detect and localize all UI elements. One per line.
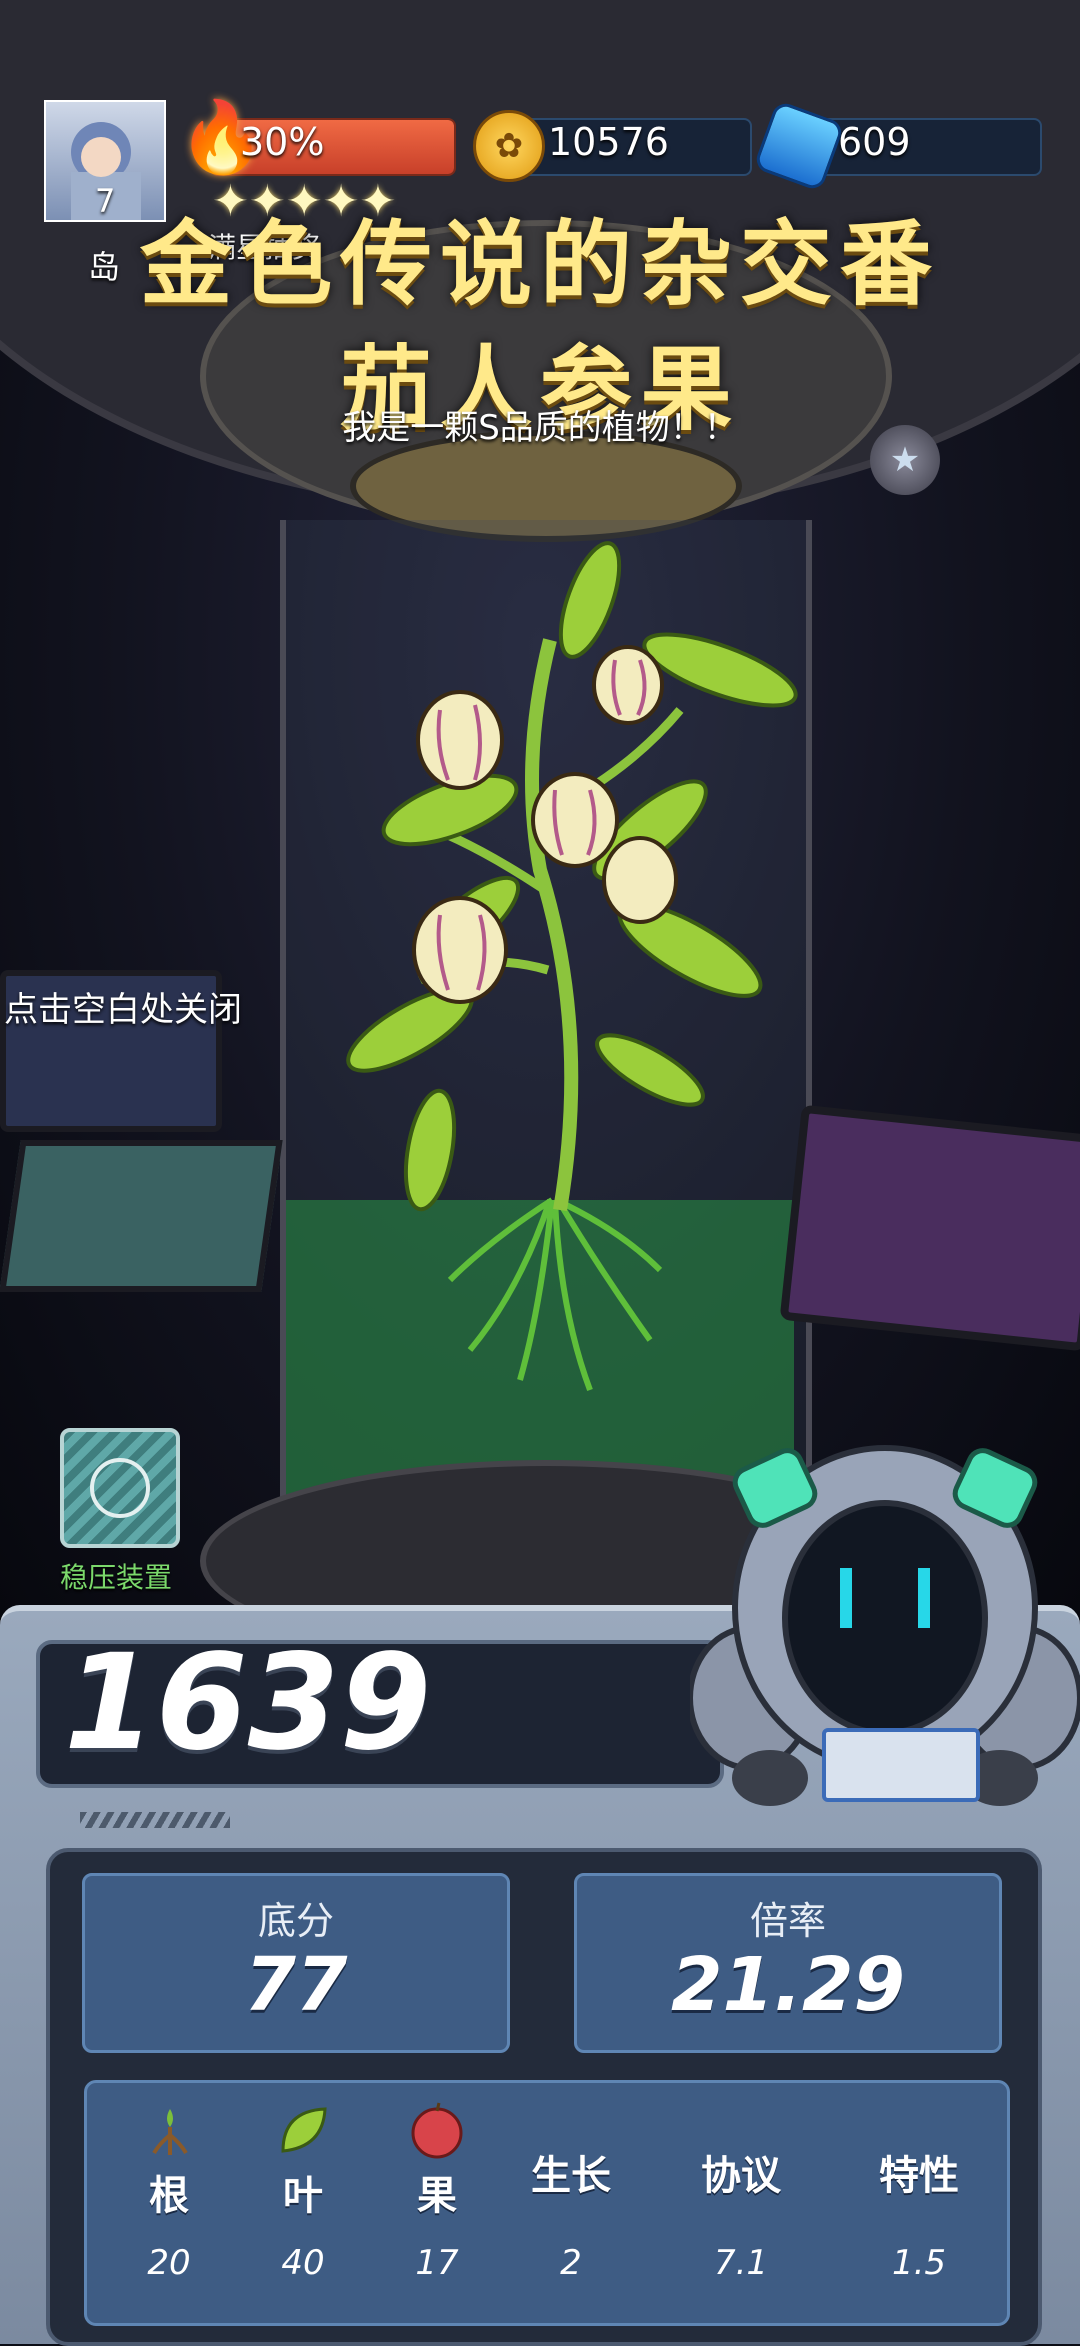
plant-title-line1: 金色传说的杂交番 (139, 211, 940, 318)
multiplier-value: 21.29 (670, 1942, 906, 2028)
close-hint[interactable]: 点击空白处关闭 (4, 982, 242, 1031)
breakdown-label: 协议 (701, 2153, 781, 2199)
breakdown-label: 根 (149, 2173, 189, 2219)
breakdown-value: 17 (415, 2243, 459, 2283)
coin-icon: ✿ (473, 110, 545, 182)
base-score-value: 77 (244, 1942, 348, 2028)
breakdown-label: 叶 (283, 2173, 323, 2219)
base-score-card: 底分 77 (82, 1873, 510, 2053)
breakdown-col-growth: 生长 2 (501, 2083, 641, 2323)
stabilizer-device-button[interactable] (60, 1428, 180, 1548)
breakdown-col-trait: 特性 1.5 (849, 2083, 989, 2323)
breakdown-col-leaf: 叶 40 (233, 2083, 373, 2323)
multiplier-card: 倍率 21.29 (574, 1873, 1002, 2053)
energy-percent: 30% (240, 120, 325, 164)
stabilizer-device-label: 稳压装置 (60, 1561, 173, 1594)
left-console (0, 1140, 283, 1292)
breakdown-value: 40 (281, 2243, 325, 2283)
plant-subtitle: 我是一颗S品质的植物！！ (342, 408, 738, 448)
breakdown-label: 果 (417, 2173, 457, 2219)
compass-icon (90, 1458, 150, 1518)
leaf-icon (281, 2107, 327, 2153)
breakdown-col-fruit: 果 17 (367, 2083, 507, 2323)
breakdown-value: 20 (147, 2243, 191, 2283)
robot-tray (822, 1728, 980, 1802)
breakdown-table: 根 20 叶 40 果 17 生长 2 协议 7.1 特性 1.5 (84, 2080, 1010, 2326)
multiplier-label: 倍率 (749, 1899, 826, 1943)
panel-stripes (80, 1812, 230, 1828)
coin-amount: 10576 (548, 120, 669, 164)
plant-stem (525, 638, 579, 1212)
root-icon (152, 2109, 188, 2155)
base-score-label: 底分 (257, 1899, 334, 1943)
fruit-icon (411, 2102, 463, 2159)
breakdown-value: 2 (560, 2243, 582, 2283)
plant-illustration (346, 541, 798, 1392)
breakdown-col-root: 根 20 (99, 2083, 239, 2323)
breakdown-col-protocol: 协议 7.1 (671, 2083, 811, 2323)
total-score: 1639 (64, 1626, 432, 1780)
breakdown-value: 7.1 (713, 2243, 769, 2283)
breakdown-value: 1.5 (891, 2243, 947, 2283)
plant-roots (447, 1197, 663, 1392)
breakdown-label: 生长 (531, 2153, 611, 2199)
gem-amount: 609 (838, 120, 911, 164)
breakdown-label: 特性 (879, 2153, 959, 2199)
